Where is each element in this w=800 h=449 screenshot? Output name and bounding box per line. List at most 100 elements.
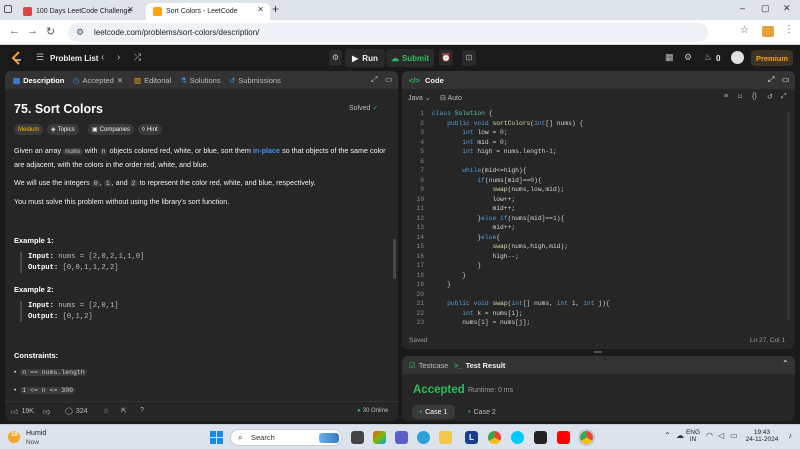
notes-icon[interactable]: ⏰ (439, 50, 453, 66)
bookmark-star-icon[interactable]: ☆ (740, 25, 749, 36)
submit-button[interactable]: ☁ Submit (386, 49, 434, 67)
reset-icon[interactable]: ↺ (767, 93, 773, 101)
fullscreen-icon[interactable]: ⤢ (781, 93, 787, 101)
collapse-up-icon[interactable]: ⌃ (782, 359, 789, 368)
close-tab-icon[interactable]: ✕ (117, 76, 123, 85)
layout-icon[interactable]: ⊡ (462, 50, 476, 66)
minimize-icon[interactable]: – (740, 3, 745, 13)
tab-search-icon[interactable] (4, 5, 12, 13)
auto-mode[interactable]: ⊟ Auto (440, 94, 462, 102)
site-info-icon[interactable]: ⚙ (76, 27, 84, 38)
share-icon[interactable]: ⇱ (121, 407, 127, 415)
tab-description[interactable]: ▤ Description (13, 76, 64, 85)
youtube-icon[interactable] (557, 431, 570, 444)
terminal-app-icon[interactable] (534, 431, 547, 444)
problem-list-link[interactable]: Problem List (50, 54, 98, 63)
close-window-icon[interactable]: ✕ (783, 3, 791, 14)
shuffle-icon[interactable]: ⤮ (134, 52, 141, 63)
tab-editorial[interactable]: ▥ Editorial (134, 76, 171, 85)
editor-scrollbar[interactable] (787, 111, 790, 321)
settings-gear-icon[interactable]: ⚙ (684, 52, 692, 63)
help-icon[interactable]: ? (140, 407, 144, 414)
app-l-icon[interactable]: L (465, 431, 478, 444)
companies-tag[interactable]: ▣ Companies (88, 124, 135, 135)
wifi-icon[interactable]: ◠ (706, 431, 713, 440)
line-number: 2 (420, 119, 424, 127)
chrome-active-icon[interactable] (578, 429, 595, 446)
date-text: 24-11-2024 (745, 436, 779, 443)
line-number: 19 (416, 281, 424, 288)
like-button[interactable]: 👍︎ 19K (11, 407, 34, 416)
reload-icon[interactable]: ↻ (46, 25, 55, 38)
file-explorer-icon[interactable] (439, 431, 452, 444)
volume-icon[interactable]: ◁ (718, 431, 724, 440)
in-place-link[interactable]: in-place (253, 146, 280, 155)
code-editor[interactable]: 1 class Solution {2 public void sortColor… (402, 108, 795, 330)
forward-icon[interactable]: → (27, 25, 38, 37)
prev-problem-icon[interactable]: ‹ (101, 52, 104, 63)
back-icon[interactable]: ← (9, 25, 20, 37)
description-content: 75. Sort Colors Solved ✓ Medium ◈ Topics… (5, 89, 398, 401)
browser-tab[interactable]: 100 Days LeetCode Challenge ✕ (16, 3, 140, 20)
taskbar-search[interactable]: ⌕ Search (230, 429, 342, 446)
avatar[interactable] (731, 51, 744, 64)
line-number: 10 (416, 195, 424, 203)
tab-test-result[interactable]: >_ Test Result (454, 361, 505, 370)
debug-icon[interactable]: ⚙ (329, 50, 342, 66)
premium-button[interactable]: Premium (751, 50, 793, 66)
edge-icon[interactable] (417, 431, 430, 444)
panel-resize-handle[interactable] (594, 351, 602, 353)
tab-submissions[interactable]: ↺ Submissions (229, 76, 281, 85)
scrollbar[interactable] (393, 239, 396, 279)
tab-accepted[interactable]: ◷ Accepted ✕ (73, 76, 123, 85)
case-2-button[interactable]: • Case 2 (462, 405, 502, 419)
tab-solutions[interactable]: ⚗ Solutions (180, 76, 221, 85)
braces-icon[interactable]: {} (752, 93, 757, 100)
problem-list-icon[interactable]: ☰ (36, 52, 44, 63)
run-button[interactable]: ▶ Run (345, 49, 385, 67)
chrome-icon[interactable] (488, 431, 501, 444)
comments-button[interactable]: ◯ 324 (65, 407, 88, 416)
topics-tag[interactable]: ◈ Topics (47, 124, 79, 135)
test-tabs: ☑ Testcase >_ Test Result ⌃ (402, 356, 795, 374)
close-tab-icon[interactable]: ✕ (257, 5, 264, 14)
format-icon[interactable]: ≡ (724, 93, 728, 100)
tag-label: Topics (57, 126, 75, 133)
expand-icon[interactable]: ⤢ (768, 75, 774, 85)
notification-bell-icon[interactable]: ♪ (788, 431, 792, 440)
language-select[interactable]: Java ⌄ (408, 94, 431, 102)
windows-start-icon[interactable] (210, 431, 223, 444)
star-icon[interactable]: ☆ (103, 407, 109, 415)
copilot-icon[interactable] (373, 431, 386, 444)
collapse-icon[interactable]: ▭ (782, 75, 790, 84)
maximize-icon[interactable]: ▢ (761, 3, 770, 14)
teams-icon[interactable] (395, 431, 408, 444)
tab-label: Test Result (465, 361, 506, 370)
tab-testcase[interactable]: ☑ Testcase (409, 361, 448, 370)
url-field[interactable]: ⚙ leetcode.com/problems/sort-colors/desc… (68, 23, 708, 42)
case-1-button[interactable]: • Case 1 (412, 405, 455, 419)
browser-tab-active[interactable]: Sort Colors - LeetCode ✕ (146, 3, 270, 20)
close-tab-icon[interactable]: ✕ (127, 5, 134, 14)
thumbs-down-icon[interactable]: 👎︎ (43, 407, 50, 416)
bookmark-icon[interactable]: ⌑ (738, 93, 742, 101)
clock[interactable]: 19:43 24-11-2024 (740, 429, 784, 443)
collapse-icon[interactable]: ▭ (385, 75, 393, 84)
show-hidden-icons[interactable]: ⌃ (664, 431, 671, 440)
weather-widget[interactable]: 18 Humid Now (8, 428, 68, 448)
leetcode-logo-icon[interactable] (10, 51, 23, 66)
next-problem-icon[interactable]: › (117, 52, 120, 63)
menu-icon[interactable]: ⋮ (784, 24, 794, 35)
alexa-icon[interactable] (511, 431, 524, 444)
new-tab-icon[interactable]: + (272, 2, 279, 16)
notifications-icon[interactable]: ♨ (704, 52, 712, 63)
code-line: mid++; (432, 205, 516, 212)
language-indicator[interactable]: ENG IN (683, 429, 703, 443)
extension-icon[interactable] (762, 26, 774, 37)
expand-icon[interactable]: ⤢ (371, 75, 377, 85)
task-view-icon[interactable] (351, 431, 364, 444)
hint-tag[interactable]: ◊ Hint (138, 124, 162, 135)
grid-menu-icon[interactable]: ▦ (665, 52, 674, 63)
desc-text: We will use the integers (14, 178, 90, 187)
battery-icon[interactable]: ▭ (730, 431, 738, 440)
